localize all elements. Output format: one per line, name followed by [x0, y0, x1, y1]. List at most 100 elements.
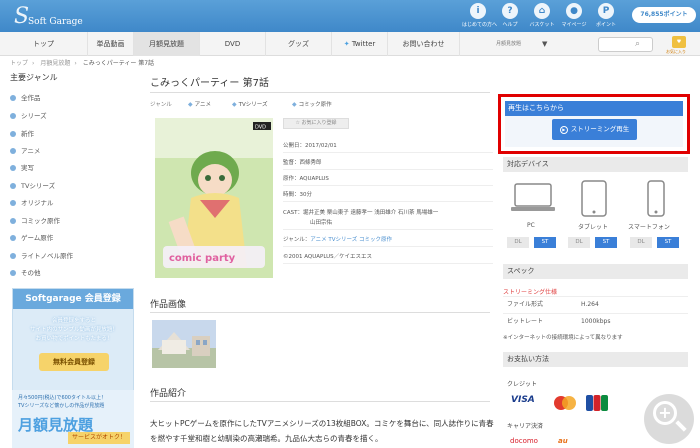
- sidebar-item-tv-series[interactable]: TVシリーズ: [10, 180, 55, 190]
- smartphone-download-badge: DL: [630, 237, 652, 248]
- tag-anime[interactable]: ◆ アニメ: [188, 100, 211, 110]
- sidebar-item-label: シリーズ: [21, 112, 47, 120]
- genre-link[interactable]: アニメ: [310, 237, 326, 243]
- nav-contact[interactable]: お問い合わせ: [388, 32, 460, 56]
- device-panel-title: 対応デバイス: [503, 157, 688, 172]
- nav-dvd[interactable]: DVD: [200, 32, 266, 56]
- category-select[interactable]: 月額見放題 ▼: [496, 37, 556, 51]
- header-link-help[interactable]: ? ヘルプ: [494, 2, 526, 28]
- header-link-label: はじめての方へ: [462, 22, 498, 28]
- tablet-download-badge: DL: [568, 237, 590, 248]
- bullet-icon: [10, 148, 16, 154]
- search-input[interactable]: ⌕: [598, 37, 653, 52]
- info-divider: [283, 246, 493, 247]
- logo-mark: S: [14, 4, 30, 29]
- streaming-play-button[interactable]: ▶ ストリーミング再生: [552, 119, 637, 140]
- points-balance[interactable]: 76,855ポイント: [632, 7, 696, 23]
- sidebar-item-other[interactable]: その他: [10, 267, 41, 277]
- running-time: 時間：30分: [283, 190, 312, 198]
- zoom-in-icon: +: [653, 401, 677, 425]
- spec-key: ビットレート: [507, 318, 544, 325]
- bullet-icon: [10, 183, 16, 189]
- breadcrumb: トップ › 月額見放題 › こみっくパーティー 第7話: [10, 60, 155, 67]
- sidebar-item-label: ライトノベル原作: [21, 252, 73, 260]
- bullet-icon: [10, 218, 16, 224]
- add-favorite-button[interactable]: ☆ お気に入り登録: [283, 118, 349, 129]
- genre-link[interactable]: TVシリーズ: [328, 237, 357, 243]
- header-link-mypage[interactable]: ● マイページ: [558, 2, 590, 28]
- zoom-button[interactable]: +: [644, 394, 694, 444]
- search-icon[interactable]: ⌕: [635, 39, 640, 49]
- nav-monthly[interactable]: 月額見放題: [134, 32, 200, 56]
- tablet-icon: [574, 180, 614, 220]
- info-label: 公開日：: [283, 143, 306, 149]
- site-logo[interactable]: S Soft Garage: [14, 4, 83, 29]
- nav-twitter[interactable]: ✦ Twitter: [332, 32, 388, 56]
- sidebar-item-comic[interactable]: コミック原作: [10, 215, 60, 225]
- tag-label: コミック原作: [298, 102, 332, 108]
- info-divider: [283, 152, 493, 153]
- breadcrumb-monthly[interactable]: 月額見放題: [40, 60, 70, 67]
- sidebar-item-original[interactable]: オリジナル: [10, 197, 54, 207]
- credit-label: クレジット: [507, 381, 538, 388]
- tag-label: アニメ: [194, 102, 212, 108]
- cast-continued: 山田宗佑: [310, 220, 333, 226]
- playback-panel: 再生はこちらから ▶ ストリーミング再生: [498, 94, 690, 154]
- header-link-points[interactable]: P ポイント: [590, 2, 622, 28]
- tag-icon: ◆: [232, 101, 237, 108]
- sidebar-item-label: 実写: [21, 164, 34, 172]
- info-value: AQUAPLUS: [299, 176, 329, 182]
- spec-key: ファイル形式: [507, 301, 544, 308]
- category-select-value: 月額見放題: [496, 41, 522, 47]
- sidebar-item-series[interactable]: シリーズ: [10, 110, 47, 120]
- bullet-icon: [10, 200, 16, 206]
- screenshot-thumbnail[interactable]: [152, 320, 216, 368]
- payment-panel-title: お支払い方法: [503, 352, 688, 367]
- free-signup-button[interactable]: 無料会員登録: [39, 353, 109, 371]
- device-name-pc: PC: [527, 222, 535, 229]
- docomo-logo: docomo: [510, 437, 538, 445]
- sidebar-item-light-novel[interactable]: ライトノベル原作: [10, 250, 73, 260]
- section-title-intro: 作品紹介: [150, 389, 187, 399]
- tag-icon: ◆: [188, 101, 193, 108]
- tag-comic[interactable]: ◆ コミック原作: [292, 100, 332, 110]
- bullet-icon: [10, 95, 16, 101]
- nav-top[interactable]: トップ: [0, 32, 88, 56]
- sidebar-item-label: アニメ: [21, 147, 41, 155]
- smartphone-streaming-badge: ST: [657, 237, 679, 248]
- jcb-logo: [586, 395, 608, 411]
- breadcrumb-top[interactable]: トップ: [10, 60, 28, 67]
- twitter-icon: ✦: [343, 40, 350, 48]
- info-divider: [283, 169, 493, 170]
- banner-line: 月々500円(税込)で600タイトル以上！: [18, 395, 106, 401]
- header-link-beginners[interactable]: i はじめての方へ: [462, 2, 498, 28]
- nav-single-video[interactable]: 単品動画: [88, 32, 134, 56]
- nav-goods[interactable]: グッズ: [266, 32, 332, 56]
- info-divider: [283, 185, 493, 186]
- main-nav: トップ 単品動画 月額見放題 DVD グッズ ✦ Twitter お問い合わせ …: [0, 32, 700, 56]
- original-work: 原作：AQUAPLUS: [283, 174, 329, 182]
- banner-line: TVシリーズなど懐かしの作品が見放題: [18, 403, 105, 409]
- genre-link[interactable]: コミック原作: [359, 237, 392, 243]
- sidebar-item-new[interactable]: 新作: [10, 128, 34, 138]
- info-label: 原作：: [283, 176, 300, 182]
- monthly-plan-banner[interactable]: 月々500円(税込)で600タイトル以上！ TVシリーズなど懐かしの作品が見放題…: [12, 390, 134, 448]
- tag-tv-series[interactable]: ◆ TVシリーズ: [232, 100, 267, 110]
- bullet-icon: [10, 270, 16, 276]
- header-link-basket[interactable]: ⌂ バスケット: [526, 2, 558, 28]
- playback-panel-title: 再生はこちらから: [505, 101, 683, 116]
- header-icons: i はじめての方へ ? ヘルプ ⌂ バスケット ● マイページ P ポイント: [462, 2, 622, 28]
- favorite-icon[interactable]: ♥: [672, 36, 686, 48]
- sidebar-title: 主要ジャンル: [10, 73, 58, 82]
- favorite-label: お気に入り: [666, 49, 686, 54]
- sidebar-item-game[interactable]: ゲーム原作: [10, 232, 53, 242]
- carrier-label: キャリア決済: [507, 423, 544, 430]
- sidebar-item-all[interactable]: 全作品: [10, 92, 41, 102]
- pc-download-badge: DL: [507, 237, 529, 248]
- star-icon: ☆: [295, 120, 300, 126]
- sidebar-item-anime[interactable]: アニメ: [10, 145, 40, 155]
- play-icon: ▶: [559, 126, 568, 134]
- info-icon: i: [470, 3, 486, 19]
- sidebar-item-live-action[interactable]: 実写: [10, 162, 34, 172]
- spec-row-bitrate: ビットレート 1000kbps: [503, 313, 688, 329]
